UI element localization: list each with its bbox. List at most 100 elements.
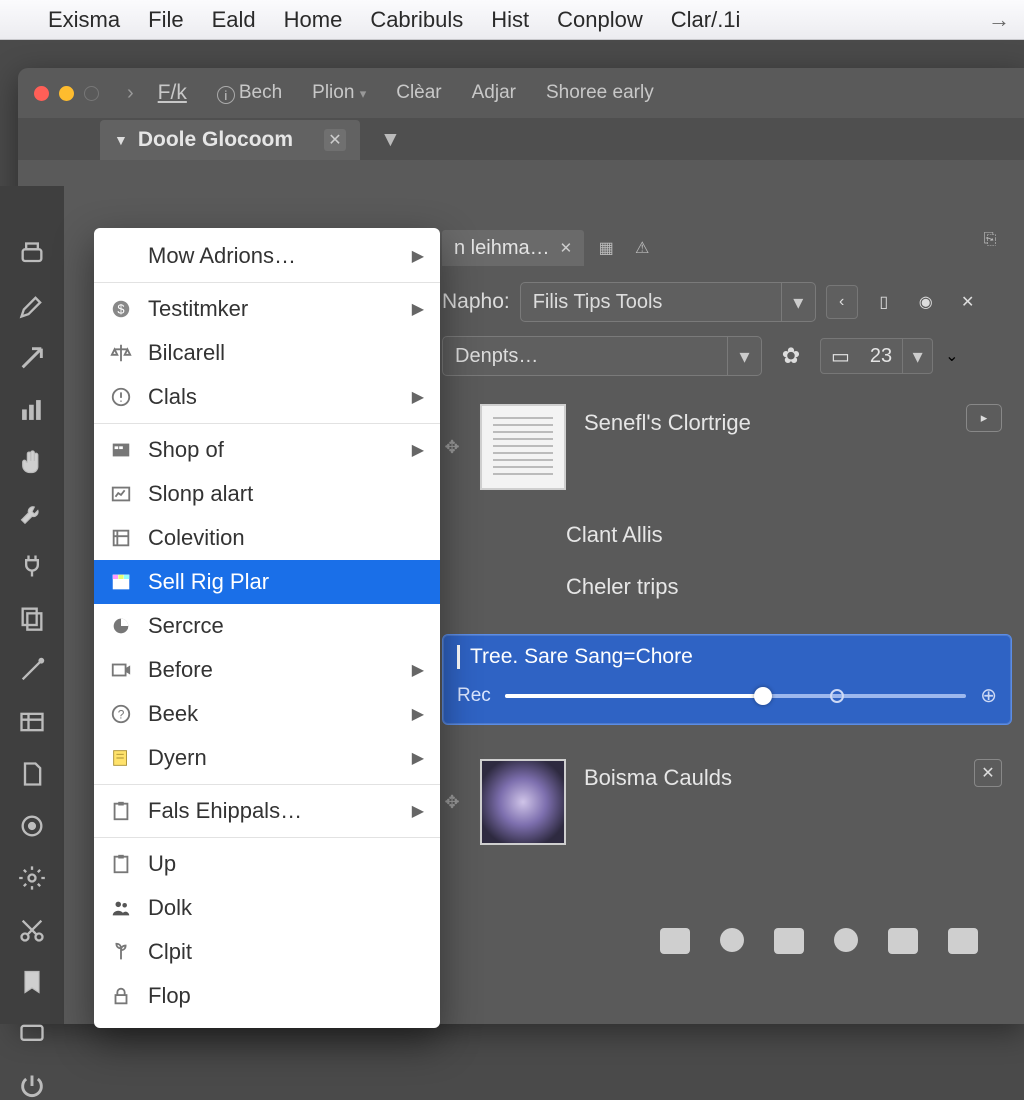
tool-wrench-icon[interactable] [15,500,49,528]
minimize-window-icon[interactable] [59,86,74,101]
number-stepper[interactable]: ▭ 23 ▾ [820,338,933,374]
list-item[interactable]: Cheler trips [442,574,1012,612]
tool-copy-icon[interactable] [15,604,49,632]
menu-item-bilcarell[interactable]: Bilcarell [94,331,440,375]
panel-tab-leihma[interactable]: n leihma…✕ [442,230,584,266]
menu-item-colevition[interactable]: Colevition [94,516,440,560]
list-item[interactable]: Clant Allis [442,510,1012,560]
menu-item-sell-rig-plar[interactable]: Sell Rig Plar [94,560,440,604]
menubar-overflow-icon[interactable]: → [988,7,1010,33]
tool-brush-icon[interactable] [15,292,49,320]
list-item[interactable]: ✥ Senefl's Clortrige ▸ [442,398,1012,496]
bug-icon[interactable]: ✿ [774,339,808,373]
menu-item-clpit[interactable]: Clpit [94,930,440,974]
footer-icon-6[interactable] [948,928,978,954]
drag-handle-icon[interactable]: ✥ [442,792,462,813]
tool-hand-icon[interactable] [15,448,49,476]
menu-item-before[interactable]: Before▶ [94,648,440,692]
menu-item-sercrce[interactable]: Sercrce [94,604,440,648]
footer-icon-1[interactable] [660,928,690,954]
nav-forward-icon[interactable]: › [127,82,134,105]
dents-field-row: Denpts… ▾ ✿ ▭ 23 ▾ ⌄ [442,336,1012,376]
menu-eald[interactable]: Eald [212,7,256,33]
menu-item-dolk[interactable]: Dolk [94,886,440,930]
stepper-down-icon[interactable]: ▾ [902,339,932,373]
menu-app[interactable]: Exisma [48,7,120,33]
panel-layout-icon[interactable]: ▯ [868,285,900,319]
tab-close-icon[interactable]: ✕ [324,129,346,151]
titlebar-clear[interactable]: Clèar [390,80,447,106]
tab-new-dropdown[interactable]: ▼ [366,120,415,160]
menu-item-clals[interactable]: Clals▶ [94,375,440,419]
zoom-window-icon[interactable] [84,86,99,101]
stepper-value: 23 [860,345,902,368]
panel-warning-icon[interactable]: ⚠ [628,234,656,262]
clipboard2-icon [108,851,134,877]
dents-select[interactable]: Denpts… ▾ [442,336,762,376]
menu-item-flop[interactable]: Flop [94,974,440,1018]
slider-knob-icon[interactable] [754,687,772,705]
panel-close-icon[interactable]: ✕ [952,285,984,319]
napho-select[interactable]: Filis Tips Tools ▾ [520,282,816,322]
tool-cut-icon[interactable] [15,916,49,944]
menu-item-shop-of[interactable]: Shop of▶ [94,428,440,472]
chevron-down-icon[interactable]: ▾ [781,283,815,321]
footer-icon-2[interactable] [720,928,744,952]
menu-item-mow-adrions[interactable]: Mow Adrions…▶ [94,234,440,278]
menu-conplow[interactable]: Conplow [557,7,643,33]
titlebar-plion[interactable]: Plion ▾ [306,80,372,106]
menu-item-beek[interactable]: ?Beek▶ [94,692,440,736]
panel-collapse-icon[interactable]: ⎘ [976,226,1004,254]
menu-hist[interactable]: Hist [491,7,529,33]
tab-disclosure-icon[interactable]: ▼ [114,132,128,148]
titlebar-shore[interactable]: Shoree early [540,80,660,106]
selected-item-title: Tree. Sare Sang=Chore [470,645,693,669]
note-icon [108,745,134,771]
titlebar-path[interactable]: F/k [152,79,193,107]
close-window-icon[interactable] [34,86,49,101]
more-dropdown-icon[interactable]: ⌄ [945,346,958,366]
tool-gear-icon[interactable] [15,864,49,892]
color-swatch-icon [108,569,134,595]
tool-record-icon[interactable] [15,812,49,840]
tool-printer-icon[interactable] [15,240,49,268]
titlebar-bech[interactable]: iBech [211,80,288,107]
footer-icon-5[interactable] [888,928,918,954]
tool-arrow-icon[interactable] [15,344,49,372]
tool-page-icon[interactable] [15,760,49,788]
tool-table-icon[interactable] [15,708,49,736]
tool-power-icon[interactable] [15,1072,49,1100]
traffic-lights [34,86,99,101]
menu-item-slonp-alart[interactable]: Slonp alart [94,472,440,516]
tool-screen-icon[interactable] [15,1020,49,1048]
menu-file[interactable]: File [148,7,183,33]
footer-icon-3[interactable] [774,928,804,954]
nav-prev-button[interactable]: ‹ [826,285,858,319]
chevron-down-icon[interactable]: ▾ [727,337,761,375]
slider-track[interactable] [505,694,966,698]
drag-handle-icon[interactable]: ✥ [442,437,462,458]
tool-bookmark-icon[interactable] [15,968,49,996]
video-icon [108,657,134,683]
tool-line-icon[interactable] [15,656,49,684]
titlebar-adjar[interactable]: Adjar [466,80,522,106]
footer-icon-4[interactable] [834,928,858,952]
tool-chart-icon[interactable] [15,396,49,424]
menu-clar[interactable]: Clar/.1i [671,7,741,33]
tab-doole-glocoom[interactable]: ▼ Doole Glocoom ✕ [100,120,360,160]
play-button[interactable]: ▸ [966,404,1002,432]
panel-tab-close-icon[interactable]: ✕ [560,239,573,257]
menu-item-up[interactable]: Up [94,842,440,886]
slider-end-icon[interactable]: ⊕ [980,683,997,708]
tool-plug-icon[interactable] [15,552,49,580]
menu-home[interactable]: Home [284,7,343,33]
selected-item[interactable]: Tree. Sare Sang=Chore Rec ⊕ [442,634,1012,725]
list-item[interactable]: ✥ Boisma Caulds ✕ [442,753,1012,851]
menu-cabribuls[interactable]: Cabribuls [370,7,463,33]
menu-item-testimker[interactable]: $Testitmker▶ [94,287,440,331]
remove-item-button[interactable]: ✕ [974,759,1002,787]
panel-target-icon[interactable]: ◉ [910,285,942,319]
menu-item-fals-ehippals[interactable]: Fals Ehippals…▶ [94,789,440,833]
menu-item-dyern[interactable]: Dyern▶ [94,736,440,780]
panel-grid-icon[interactable]: ▦ [592,234,620,262]
